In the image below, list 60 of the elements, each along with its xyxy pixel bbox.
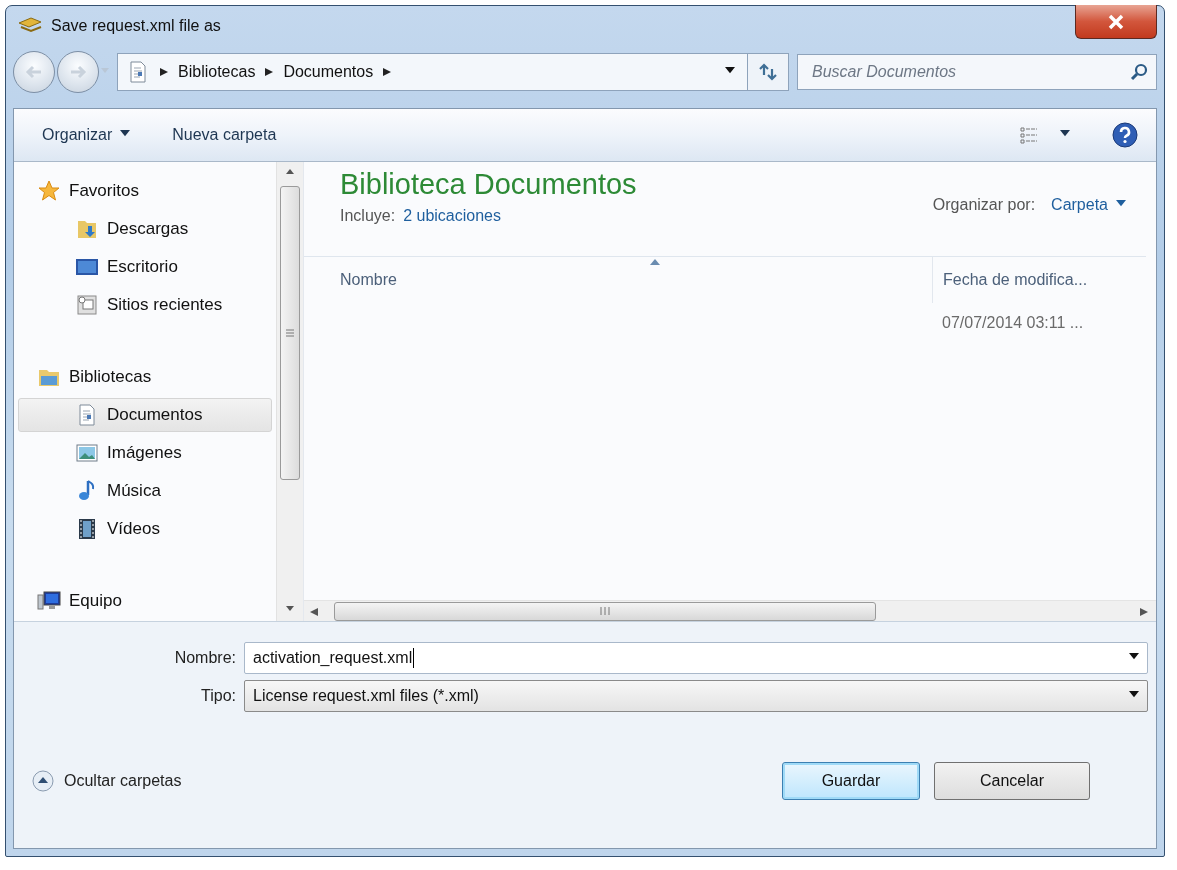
chevron-icon (160, 68, 168, 76)
includes-label: Incluye: (340, 207, 396, 225)
locations-link[interactable]: 2 ubicaciones (403, 207, 501, 225)
file-type-dropdown[interactable]: License request.xml files (*.xml) (244, 680, 1148, 712)
text-cursor (413, 648, 415, 668)
save-button[interactable]: Guardar (782, 762, 920, 800)
computer-icon (37, 589, 61, 613)
nav-item[interactable]: Música (18, 474, 272, 508)
close-icon (1107, 13, 1125, 30)
library-title: Biblioteca Documentos (340, 168, 637, 201)
refresh-button[interactable] (747, 53, 789, 91)
nav-item[interactable]: Documentos (18, 398, 272, 432)
forward-button[interactable] (57, 51, 99, 93)
nav-item[interactable]: Sitios recientes (18, 288, 272, 322)
cancel-button[interactable]: Cancelar (934, 762, 1090, 800)
horizontal-scrollbar[interactable] (304, 600, 1156, 621)
back-arrow-icon (25, 65, 43, 79)
grip-icon (286, 329, 294, 337)
new-folder-button[interactable]: Nueva carpeta (170, 122, 279, 148)
scroll-left-icon (310, 608, 318, 616)
file-name-field[interactable]: activation_request.xml (244, 642, 1148, 674)
breadcrumb-item[interactable]: Documentos (283, 63, 374, 81)
chevron-icon (383, 68, 392, 76)
field-label: Tipo: (200, 687, 237, 705)
hide-folders-button[interactable]: Ocultar carpetas (32, 770, 182, 792)
chevron-icon (265, 68, 274, 76)
list-view-icon (1020, 126, 1038, 144)
column-header[interactable]: Fecha de modifica... (932, 257, 1156, 303)
field-label: Nombre: (173, 649, 237, 667)
search-field[interactable]: Buscar Documentos (797, 54, 1157, 90)
breadcrumb-item[interactable]: Bibliotecas (178, 63, 256, 81)
close-button[interactable] (1075, 5, 1157, 39)
recent-places-icon (75, 293, 99, 317)
star-icon (37, 179, 61, 203)
help-icon (1112, 122, 1138, 148)
organize-button[interactable]: Organizar (40, 122, 133, 148)
scroll-up-icon (286, 169, 294, 177)
arrange-label: Organizar por: (932, 196, 1036, 214)
nav-item[interactable]: Descargas (18, 212, 272, 246)
nav-group[interactable]: Equipo (18, 584, 272, 618)
nav-item[interactable]: Escritorio (18, 250, 272, 284)
nav-group[interactable]: Favoritos (18, 174, 272, 208)
collapse-up-icon (32, 770, 54, 792)
scroll-right-icon (1140, 608, 1148, 616)
nav-item[interactable]: Imágenes (18, 436, 272, 470)
window-title: Save request.xml file as (51, 17, 222, 35)
arrange-dropdown[interactable]: Carpeta (1051, 196, 1126, 214)
back-button[interactable] (13, 51, 55, 93)
column-header[interactable]: Nombre (304, 257, 932, 303)
grip-icon (600, 607, 610, 615)
pictures-icon (75, 441, 99, 465)
vertical-scrollbar[interactable] (276, 162, 303, 621)
refresh-arrows-icon (757, 63, 779, 81)
nav-group[interactable]: Bibliotecas (18, 360, 272, 394)
table-cell-text: 07/07/2014 03:11 ... (941, 314, 1085, 332)
nav-item[interactable]: Vídeos (18, 512, 272, 546)
sort-arrow-icon (650, 259, 660, 265)
search-icon (1130, 63, 1148, 81)
address-bar[interactable]: Bibliotecas Documentos (117, 53, 748, 91)
forward-arrow-icon (69, 65, 87, 79)
